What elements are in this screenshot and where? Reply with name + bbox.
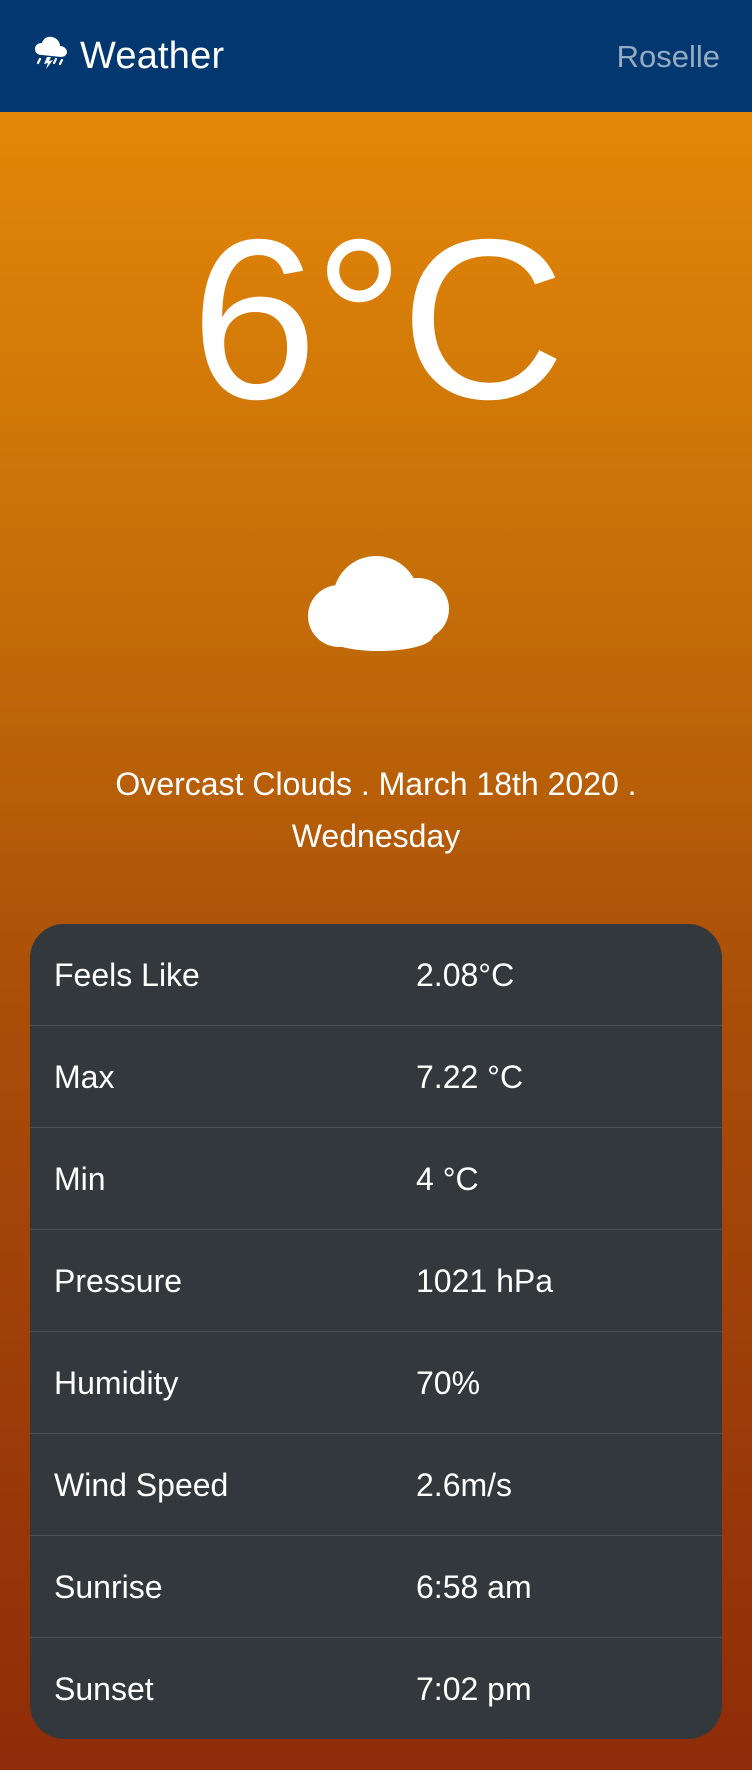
weather-app: Weather Roselle 6°C Overcast Clouds . Ma… bbox=[0, 0, 752, 1770]
storm-cloud-icon bbox=[34, 34, 68, 70]
brand-link[interactable]: Weather bbox=[34, 34, 225, 77]
detail-value: 2.6m/s bbox=[416, 1466, 513, 1503]
current-temperature: 6°C bbox=[190, 193, 566, 447]
detail-label: Pressure bbox=[54, 1262, 183, 1299]
detail-label: Min bbox=[54, 1160, 106, 1197]
description-line-1: Overcast Clouds . March 18th 2020 . bbox=[115, 766, 637, 802]
detail-row-humidity: Humidity 70% bbox=[30, 1332, 722, 1434]
detail-label: Sunset bbox=[54, 1671, 154, 1707]
cloud-icon bbox=[301, 554, 451, 652]
detail-row-min: Min 4 °C bbox=[30, 1128, 722, 1230]
detail-value: 7:02 pm bbox=[416, 1671, 532, 1707]
detail-label: Wind Speed bbox=[54, 1466, 229, 1503]
detail-value: 4 °C bbox=[416, 1160, 479, 1197]
detail-label: Humidity bbox=[54, 1364, 179, 1401]
detail-label: Sunrise bbox=[54, 1568, 163, 1605]
detail-label: Max bbox=[54, 1058, 115, 1095]
detail-row-wind-speed: Wind Speed 2.6m/s bbox=[30, 1434, 722, 1536]
detail-row-feels-like: Feels Like 2.08°C bbox=[30, 924, 722, 1026]
detail-value: 6:58 am bbox=[416, 1568, 532, 1605]
city-link[interactable]: Roselle bbox=[617, 41, 720, 72]
detail-row-sunrise: Sunrise 6:58 am bbox=[30, 1536, 722, 1638]
brand-name: Weather bbox=[80, 35, 225, 77]
description-line-2: Wednesday bbox=[291, 818, 461, 854]
detail-row-max: Max 7.22 °C bbox=[30, 1026, 722, 1128]
weather-description: Overcast Clouds . March 18th 2020 . Wedn… bbox=[80, 758, 672, 862]
detail-value: 2.08°C bbox=[416, 956, 515, 993]
top-navbar: Weather Roselle bbox=[0, 0, 752, 112]
detail-row-sunset: Sunset 7:02 pm bbox=[30, 1638, 722, 1739]
detail-label: Feels Like bbox=[54, 956, 200, 993]
detail-value: 7.22 °C bbox=[416, 1058, 524, 1095]
weather-panel: 6°C Overcast Clouds . March 18th 2020 . … bbox=[0, 112, 752, 1770]
weather-details-table: Feels Like 2.08°C Max 7.22 °C Min 4 °C P… bbox=[30, 924, 722, 1739]
detail-value: 70% bbox=[416, 1364, 481, 1401]
detail-row-pressure: Pressure 1021 hPa bbox=[30, 1230, 722, 1332]
detail-value: 1021 hPa bbox=[416, 1262, 554, 1299]
